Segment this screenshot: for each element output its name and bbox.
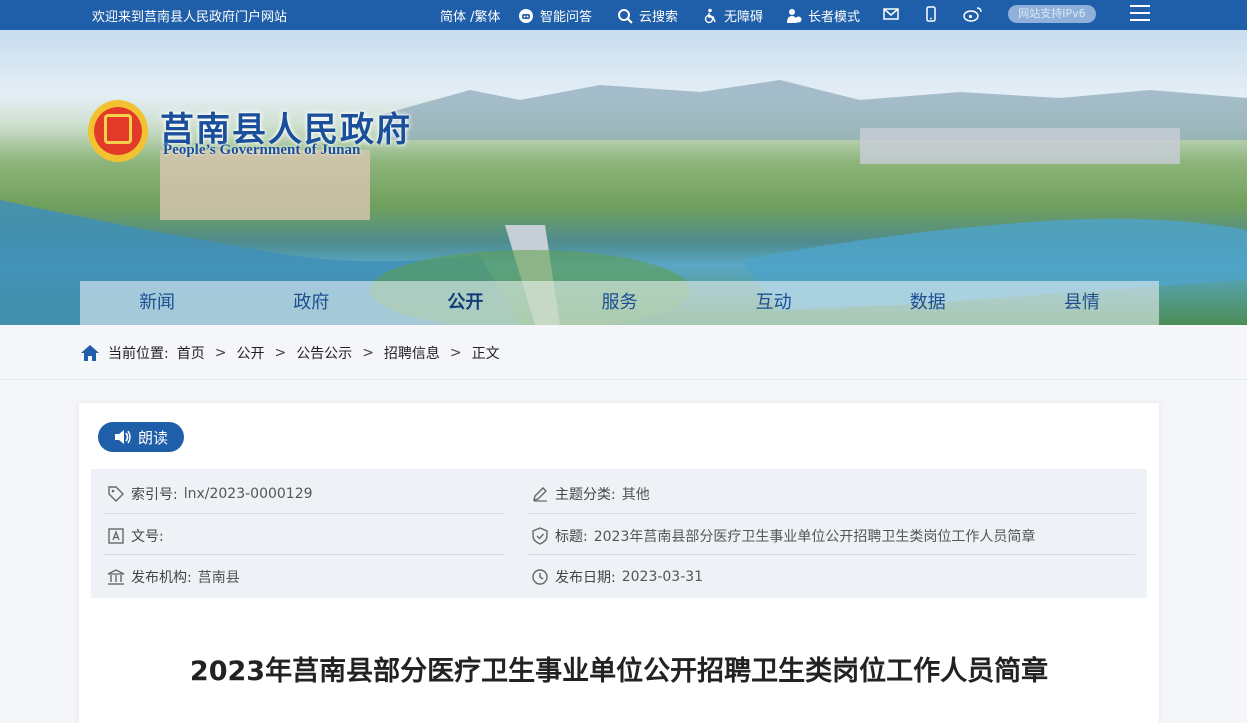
meta-publisher-label: 发布机构: bbox=[131, 570, 192, 586]
site-subtitle: People’s Government of Junan bbox=[163, 142, 361, 158]
nav-news[interactable]: 新闻 bbox=[80, 281, 234, 325]
tag-icon bbox=[108, 486, 124, 502]
read-aloud-label: 朗读 bbox=[137, 428, 168, 447]
elder-mode-link[interactable]: 长者模式 bbox=[786, 6, 860, 25]
article-card: 朗读 索引号: lnx/2023-0000129 主题分类: 其他 文号: 标题… bbox=[79, 403, 1159, 723]
breadcrumb-prefix: 当前位置: bbox=[108, 346, 169, 362]
mail-icon[interactable] bbox=[883, 7, 899, 21]
breadcrumb: 当前位置: 首页 > 公开 > 公告公示 > 招聘信息 > 正文 bbox=[80, 343, 500, 363]
meta-publisher-value: 莒南县 bbox=[197, 570, 240, 586]
breadcrumb-separator: > bbox=[449, 345, 462, 361]
institution-icon bbox=[107, 569, 125, 585]
read-aloud-button[interactable]: 朗读 bbox=[98, 422, 184, 452]
nav-data[interactable]: 数据 bbox=[851, 281, 1005, 325]
speaker-icon bbox=[114, 430, 131, 444]
welcome-text: 欢迎来到莒南县人民政府门户网站 bbox=[92, 10, 288, 25]
weibo-icon[interactable] bbox=[963, 6, 983, 22]
clock-icon bbox=[532, 569, 548, 585]
search-icon bbox=[618, 8, 633, 24]
meta-date-label: 发布日期: bbox=[555, 570, 616, 586]
breadcrumb-notices[interactable]: 公告公示 bbox=[296, 343, 352, 363]
elder-icon bbox=[787, 8, 802, 23]
breadcrumb-separator: > bbox=[274, 345, 287, 361]
smart-qa-link[interactable]: 智能问答 bbox=[518, 6, 592, 25]
main-nav: 新闻 政府 公开 服务 互动 数据 县情 bbox=[80, 281, 1159, 325]
meta-date-value: 2023-03-31 bbox=[621, 569, 704, 585]
divider bbox=[527, 513, 1135, 514]
document-icon bbox=[108, 528, 124, 544]
meta-docno: 文号: bbox=[107, 526, 170, 546]
meta-index: 索引号: lnx/2023-0000129 bbox=[107, 484, 313, 504]
breadcrumb-bar: 当前位置: 首页 > 公开 > 公告公示 > 招聘信息 > 正文 bbox=[0, 325, 1247, 380]
breadcrumb-separator: > bbox=[362, 345, 374, 361]
divider bbox=[103, 513, 505, 514]
meta-date: 发布日期: 2023-03-31 bbox=[531, 567, 703, 587]
wheelchair-icon bbox=[704, 8, 716, 23]
mobile-icon[interactable] bbox=[925, 6, 937, 22]
elder-mode-label: 长者模式 bbox=[808, 10, 861, 25]
nav-interaction[interactable]: 互动 bbox=[697, 281, 851, 325]
national-emblem-icon bbox=[88, 100, 148, 162]
document-metadata: 索引号: lnx/2023-0000129 主题分类: 其他 文号: 标题: 2… bbox=[91, 469, 1147, 598]
meta-docno-label: 文号: bbox=[131, 529, 164, 545]
meta-title: 标题: 2023年莒南县部分医疗卫生事业单位公开招聘卫生类岗位工作人员简章 bbox=[531, 526, 1035, 546]
meta-category-value: 其他 bbox=[621, 487, 650, 503]
nav-service[interactable]: 服务 bbox=[542, 281, 696, 325]
pen-icon bbox=[533, 487, 547, 502]
breadcrumb-home[interactable]: 首页 bbox=[177, 343, 205, 363]
meta-publisher: 发布机构: 莒南县 bbox=[107, 567, 240, 587]
meta-index-label: 索引号: bbox=[131, 487, 178, 503]
meta-title-label: 标题: bbox=[555, 529, 588, 545]
breadcrumb-current: 正文 bbox=[471, 346, 500, 362]
meta-title-value: 2023年莒南县部分医疗卫生事业单位公开招聘卫生类岗位工作人员简章 bbox=[593, 529, 1036, 545]
robot-icon bbox=[519, 8, 533, 23]
accessibility-label: 无障碍 bbox=[724, 10, 764, 25]
hamburger-menu-icon[interactable] bbox=[1130, 5, 1150, 23]
cloud-search-label: 云搜索 bbox=[639, 10, 679, 25]
cloud-search-link[interactable]: 云搜索 bbox=[617, 6, 678, 25]
meta-category: 主题分类: 其他 bbox=[531, 484, 650, 504]
nav-disclosure[interactable]: 公开 bbox=[388, 281, 542, 325]
document-title: 2023年莒南县部分医疗卫生事业单位公开招聘卫生类岗位工作人员简章 bbox=[189, 656, 1049, 687]
language-switch[interactable]: 简体 /繁体 bbox=[440, 6, 501, 25]
accessibility-link[interactable]: 无障碍 bbox=[702, 6, 763, 25]
breadcrumb-recruitment[interactable]: 招聘信息 bbox=[384, 343, 440, 363]
divider bbox=[103, 554, 505, 555]
breadcrumb-disclosure[interactable]: 公开 bbox=[236, 343, 264, 363]
home-icon bbox=[81, 345, 99, 361]
ipv6-badge: 网站支持IPv6 bbox=[1008, 5, 1096, 23]
meta-category-label: 主题分类: bbox=[555, 487, 616, 503]
meta-index-value: lnx/2023-0000129 bbox=[183, 486, 313, 502]
top-bar: 欢迎来到莒南县人民政府门户网站 简体 /繁体 智能问答 云搜索 无障碍 长者模式… bbox=[0, 0, 1247, 30]
smart-qa-label: 智能问答 bbox=[540, 10, 593, 25]
shield-icon bbox=[532, 527, 548, 545]
breadcrumb-separator: > bbox=[214, 345, 227, 361]
header-banner: 莒南县人民政府 People’s Government of Junan 新闻 … bbox=[0, 30, 1247, 325]
nav-county-info[interactable]: 县情 bbox=[1005, 281, 1159, 325]
nav-government[interactable]: 政府 bbox=[234, 281, 388, 325]
divider bbox=[527, 554, 1135, 555]
